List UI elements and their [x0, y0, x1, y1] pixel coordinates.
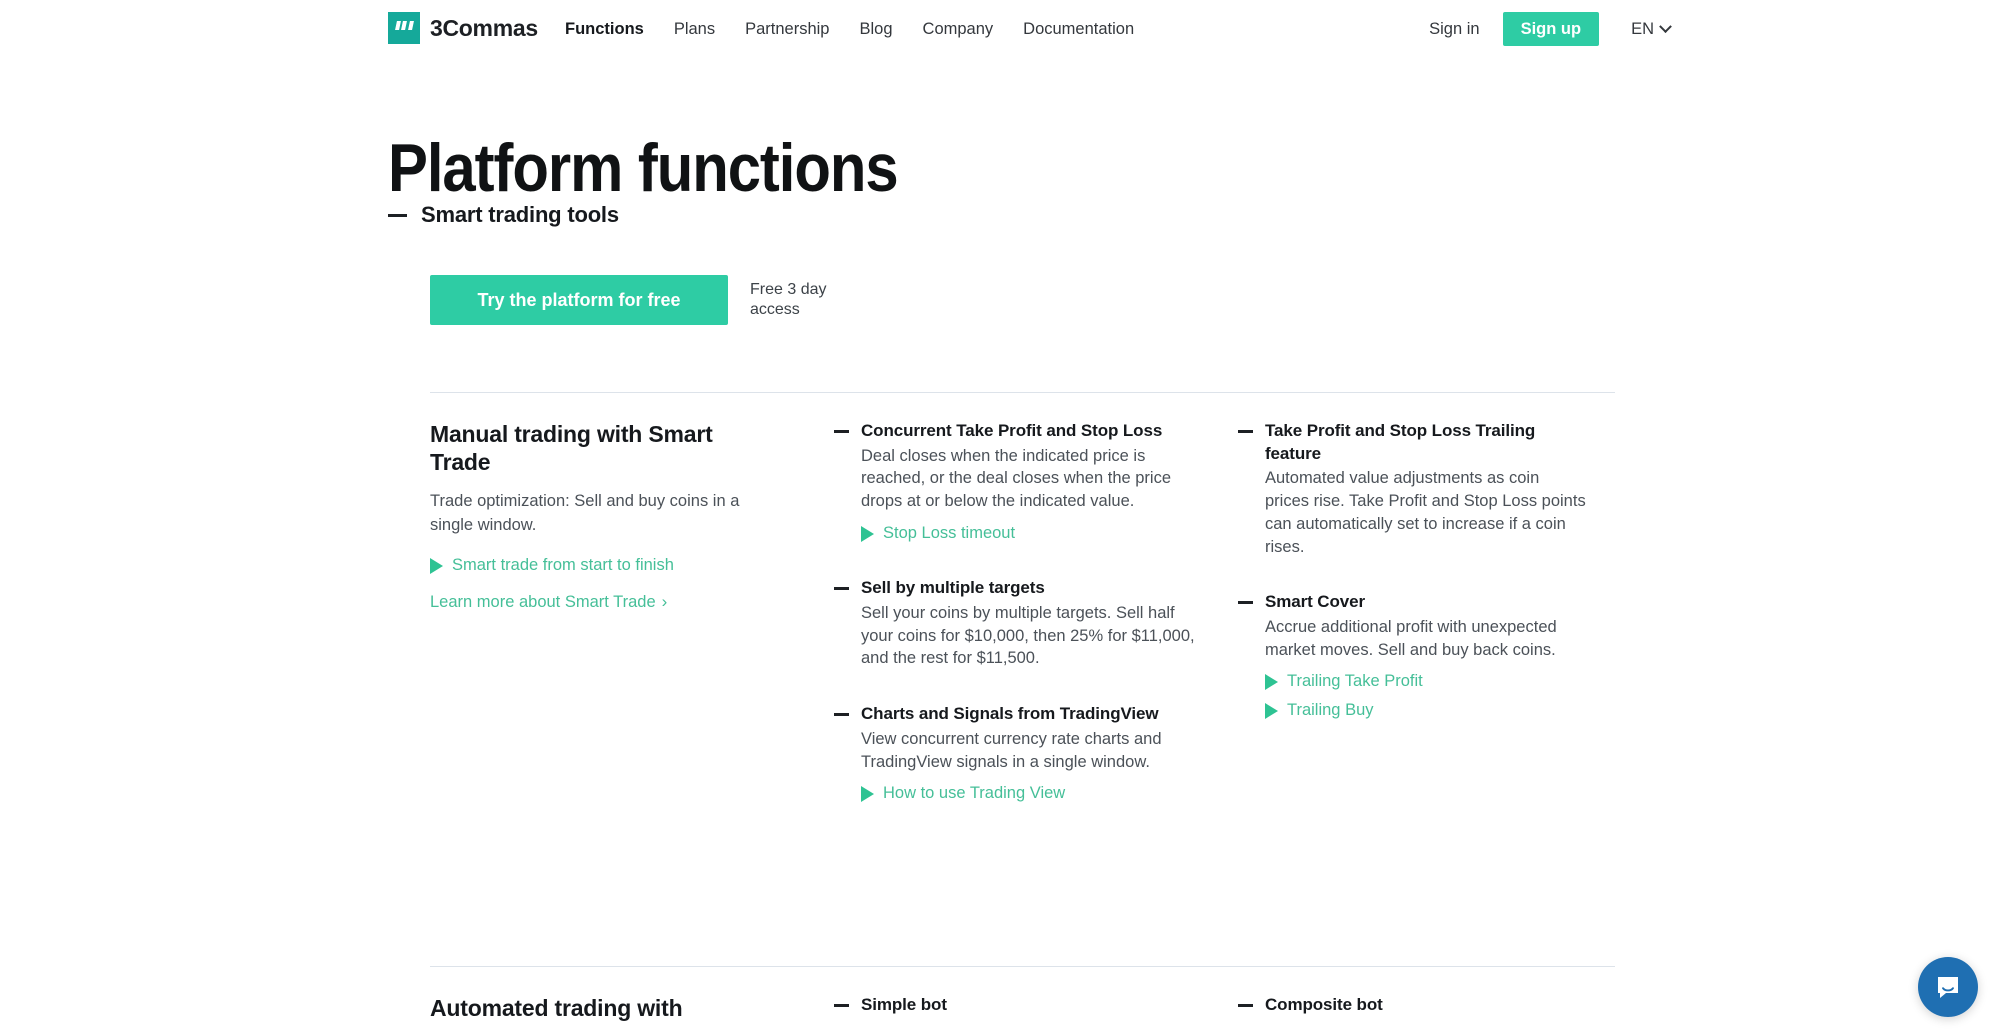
nav-item-company[interactable]: Company — [923, 20, 1012, 39]
dash-marker-icon — [1238, 1004, 1253, 1007]
feature-item: Charts and Signals from TradingView View… — [834, 703, 1238, 805]
feature-body: Sell your coins by multiple targets. Sel… — [861, 603, 1195, 668]
feature-links: How to use Trading View — [861, 783, 1210, 804]
feature-item: Smart Cover Accrue additional profit wit… — [1238, 591, 1615, 721]
feature-column-3: Take Profit and Stop Loss Trailing featu… — [1238, 420, 1615, 805]
brand-logo-link[interactable]: 3Commas — [388, 12, 538, 44]
hero-cta-row: Try the platform for free Free 3 day acc… — [430, 275, 845, 325]
chevron-down-icon — [1659, 19, 1672, 33]
section-intro-column: Manual trading with Smart Trade Trade op… — [430, 420, 834, 805]
video-link-trailing-take-profit[interactable]: Trailing Take Profit — [1265, 671, 1587, 692]
main-nav: Functions Plans Partnership Blog Company… — [565, 0, 1152, 58]
video-link-label: Stop Loss timeout — [883, 523, 1016, 542]
chat-bubble-icon — [1938, 977, 1958, 998]
feature-item: Concurrent Take Profit and Stop Loss Dea… — [834, 420, 1238, 544]
dash-marker-icon — [388, 213, 407, 217]
brand-name: 3Commas — [430, 14, 538, 41]
nav-item-documentation[interactable]: Documentation — [1023, 20, 1152, 39]
feature-item: Take Profit and Stop Loss Trailing featu… — [1238, 420, 1615, 558]
feature-body: Accrue additional profit with unexpected… — [1265, 617, 1557, 659]
page-subtitle: Smart trading tools — [388, 202, 619, 228]
feature-title: Take Profit and Stop Loss Trailing featu… — [1265, 421, 1536, 463]
nav-item-plans[interactable]: Plans — [674, 20, 733, 39]
section-heading: Automated trading with — [430, 995, 683, 1021]
dash-marker-icon — [834, 430, 849, 433]
dash-marker-icon — [834, 1004, 849, 1007]
page-subtitle-label: Smart trading tools — [421, 202, 619, 227]
page-root: 3Commas Functions Plans Partnership Blog… — [0, 0, 2000, 1035]
smart-trading-section: Manual trading with Smart Trade Trade op… — [430, 420, 1615, 805]
feature-body: Deal closes when the indicated price is … — [861, 446, 1172, 511]
feature-column-2: Concurrent Take Profit and Stop Loss Dea… — [834, 420, 1238, 805]
section-intro-column: Automated trading with — [430, 994, 834, 1035]
video-link-stop-loss-timeout[interactable]: Stop Loss timeout — [861, 523, 1210, 544]
video-link-trailing-buy[interactable]: Trailing Buy — [1265, 700, 1587, 721]
play-icon — [430, 557, 443, 574]
video-link-how-to-use-trading-view[interactable]: How to use Trading View — [861, 783, 1210, 804]
feature-title: Concurrent Take Profit and Stop Loss — [861, 421, 1163, 440]
section-heading: Manual trading with Smart Trade — [430, 421, 713, 476]
video-link-label: Trailing Take Profit — [1287, 672, 1423, 691]
learn-more-label: Learn more about Smart Trade — [430, 593, 656, 612]
free-trial-note: Free 3 day access — [750, 281, 827, 318]
automated-trading-section: Automated trading with Simple bot Compos… — [430, 994, 1615, 1035]
section-description: Trade optimization: Sell and buy coins i… — [430, 492, 740, 534]
dash-marker-icon — [1238, 601, 1253, 604]
try-platform-button[interactable]: Try the platform for free — [430, 275, 728, 325]
chevron-right-icon: › — [661, 592, 668, 612]
feature-links: Stop Loss timeout — [861, 523, 1210, 544]
dash-marker-icon — [834, 587, 849, 590]
section-divider-bottom — [430, 966, 1615, 967]
feature-title: Charts and Signals from TradingView — [861, 704, 1159, 724]
feature-title: Composite bot — [1265, 995, 1383, 1014]
site-header: 3Commas Functions Plans Partnership Blog… — [0, 0, 2000, 58]
section-links: Smart trade from start to finish Learn m… — [430, 555, 834, 612]
sign-in-link[interactable]: Sign in — [1429, 20, 1479, 39]
dash-marker-icon — [834, 713, 849, 716]
video-link-label: How to use Trading View — [883, 784, 1066, 803]
feature-title: Sell by multiple targets — [861, 578, 1045, 598]
feature-title: Smart Cover — [1265, 592, 1365, 612]
feature-body: View concurrent currency rate charts and… — [861, 729, 1162, 771]
language-label: EN — [1631, 19, 1654, 38]
video-link-smart-trade-start-to-finish[interactable]: Smart trade from start to finish — [430, 555, 834, 576]
play-icon — [1265, 674, 1278, 691]
dash-marker-icon — [1238, 430, 1253, 433]
sign-up-button[interactable]: Sign up — [1502, 12, 1600, 46]
play-icon — [861, 786, 874, 803]
play-icon — [1265, 702, 1278, 719]
page-title: Platform functions — [388, 129, 899, 206]
video-link-label: Smart trade from start to finish — [452, 555, 674, 574]
header-actions: Sign in Sign up EN — [1429, 0, 1672, 58]
video-link-label: Trailing Buy — [1287, 700, 1374, 719]
feature-column-2: Simple bot — [834, 994, 1238, 1035]
language-selector[interactable]: EN — [1631, 19, 1672, 39]
feature-links: Trailing Take Profit Trailing Buy — [1265, 671, 1587, 721]
feature-item: Sell by multiple targets Sell your coins… — [834, 577, 1238, 670]
chat-widget-button[interactable] — [1918, 957, 1978, 1017]
feature-body: Automated value adjustments as coin pric… — [1265, 469, 1586, 556]
feature-title: Simple bot — [861, 995, 947, 1014]
section-divider-top — [430, 392, 1615, 393]
play-icon — [861, 525, 874, 542]
feature-column-3: Composite bot — [1238, 994, 1615, 1035]
three-commas-logo-icon — [388, 12, 420, 44]
nav-item-functions[interactable]: Functions — [565, 20, 662, 39]
nav-item-partnership[interactable]: Partnership — [745, 20, 847, 39]
nav-item-blog[interactable]: Blog — [860, 20, 911, 39]
learn-more-smart-trade-link[interactable]: Learn more about Smart Trade › — [430, 593, 667, 612]
